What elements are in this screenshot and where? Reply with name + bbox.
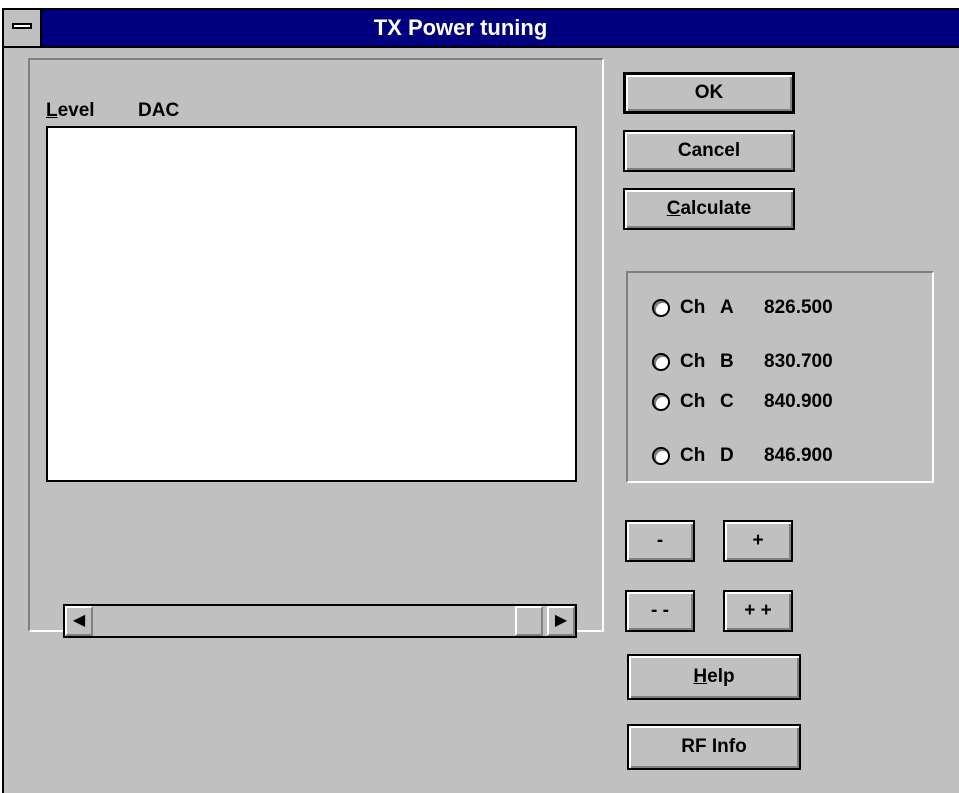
increment-button[interactable]: + <box>723 520 793 562</box>
level-dac-group: Level DAC ◀ ▶ <box>28 58 604 638</box>
channel-letter: D <box>720 445 734 466</box>
channel-prefix: Ch <box>680 351 706 372</box>
level-dac-listbox[interactable] <box>46 126 577 482</box>
radio-button-icon[interactable] <box>652 299 670 317</box>
channel-letter: A <box>720 297 734 318</box>
channel-group: Ch A 826.500 Ch B 830.700 Ch C 840.900 C… <box>626 271 934 483</box>
radio-button-icon[interactable] <box>652 447 670 465</box>
channel-option-d[interactable]: Ch D 846.900 <box>652 441 833 471</box>
channel-letter: C <box>720 391 734 412</box>
increment-large-button[interactable]: + + <box>723 590 793 632</box>
channel-prefix: Ch <box>680 445 706 466</box>
help-button[interactable]: Help <box>627 654 801 700</box>
ok-button[interactable]: OK <box>623 72 795 114</box>
channel-option-c[interactable]: Ch C 840.900 <box>652 387 833 417</box>
channel-frequency: 830.700 <box>764 351 833 372</box>
system-menu-icon <box>12 23 32 29</box>
horizontal-scrollbar[interactable]: ◀ ▶ <box>63 604 577 638</box>
calculate-button[interactable]: Calculate <box>623 188 795 230</box>
channel-option-a[interactable]: Ch A 826.500 <box>652 293 833 323</box>
title-bar: TX Power tuning <box>4 10 959 48</box>
channel-letter: B <box>720 351 734 372</box>
tx-power-tuning-dialog: TX Power tuning Level DAC ◀ ▶ OK Cancel … <box>2 8 959 793</box>
channel-prefix: Ch <box>680 391 706 412</box>
decrement-button[interactable]: - <box>625 520 695 562</box>
arrow-right-icon[interactable]: ▶ <box>547 606 575 636</box>
channel-frequency: 846.900 <box>764 445 833 466</box>
system-menu-button[interactable] <box>4 10 42 46</box>
scrollbar-thumb[interactable] <box>515 606 543 636</box>
channel-option-b[interactable]: Ch B 830.700 <box>652 347 833 377</box>
channel-frequency: 840.900 <box>764 391 833 412</box>
channel-prefix: Ch <box>680 297 706 318</box>
radio-button-icon[interactable] <box>652 353 670 371</box>
rf-info-button[interactable]: RF Info <box>627 724 801 770</box>
radio-button-icon[interactable] <box>652 393 670 411</box>
cancel-button[interactable]: Cancel <box>623 130 795 172</box>
level-label: Level <box>46 100 95 121</box>
decrement-large-button[interactable]: - - <box>625 590 695 632</box>
arrow-left-icon[interactable]: ◀ <box>65 606 93 636</box>
channel-frequency: 826.500 <box>764 297 833 318</box>
window-title: TX Power tuning <box>373 15 548 40</box>
dac-label: DAC <box>138 100 180 121</box>
